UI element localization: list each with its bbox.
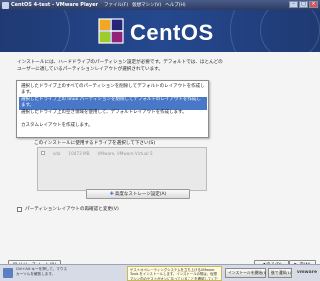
review-layout-option[interactable]: パーティションレイアウトの再確認と変更(V) [17, 206, 119, 212]
review-checkbox-label: パーティションレイアウトの再確認と変更(V) [25, 207, 119, 212]
drive-model: VMware, VMware Virtual S [97, 151, 153, 156]
plus-icon: ✚ [109, 191, 114, 197]
dropdown-option-selected[interactable]: 選択したドライブ上の linux パーティションを削除してデフォルトのレイアウト… [19, 97, 207, 110]
remind-later-button[interactable]: 後で通知(L) [268, 268, 292, 278]
drive-device: sda [53, 151, 61, 156]
decor-ring [0, 10, 70, 52]
window-titlebar: CentOS 4-test - VMware Player ファイル(F) 仮想… [0, 0, 320, 10]
intro-text: インストールには、ハードドライブのパーティション設定が必要です。デフォルトでは、… [17, 60, 223, 72]
advanced-storage-label: 高度なストレージ設定(A) [114, 192, 167, 197]
menu-vm[interactable]: 仮想マシン(V) [132, 2, 161, 8]
dropdown-option[interactable]: カスタムレイアウトを作成します。 [19, 123, 207, 136]
vmware-app-icon [2, 1, 9, 9]
window-title: CentOS 4-test - VMware Player [11, 2, 99, 8]
vmware-brand: vmware [296, 270, 317, 275]
installer-main: インストールには、ハードドライブのパーティション設定が必要です。デフォルトでは、… [0, 52, 320, 271]
review-checkbox[interactable] [17, 206, 22, 212]
drive-checkbox[interactable] [41, 151, 45, 155]
partition-layout-dropdown[interactable]: 選択したドライブ上のすべてのパーティションを削除してデフォルトのレイアウトを作成… [16, 80, 209, 138]
installer-header: CentOS [0, 10, 320, 52]
dropdown-option[interactable]: 選択したドライブ上のすべてのパーティションを削除してデフォルトのレイアウトを作成… [19, 84, 207, 97]
minimize-button[interactable]: – [289, 1, 298, 8]
tools-notice: ゲストオペレーティングシステムを立ち上げるVMware Tools をインストー… [127, 266, 222, 281]
menu-file[interactable]: ファイル(F) [104, 2, 128, 8]
decor-ring [260, 10, 320, 52]
menu-help[interactable]: ヘルプ(H) [165, 2, 185, 8]
drive-select-label: このインストールに使用するドライブを選択して下さい(S) [34, 141, 156, 146]
drive-size: 10473 MB [68, 151, 90, 156]
dropdown-option[interactable]: 選択したドライブ上の空き領域を使用して、デフォルトレイアウトを作成します。 [19, 110, 207, 123]
advanced-storage-button[interactable]: ✚高度なストレージ設定(A) [86, 189, 190, 199]
drive-list[interactable]: sda 10473 MB VMware, VMware Virtual S [37, 147, 207, 191]
centos-logo-text: CentOS [130, 20, 214, 45]
vmware-statusbar: Ctrl+Alt キーを押して、マウスカーソルを解放します。 ゲストオペレーティ… [0, 264, 320, 281]
install-tools-button[interactable]: インストールを開始(I) [225, 268, 266, 278]
centos-logo-icon [98, 18, 124, 44]
keyboard-icon [3, 268, 13, 278]
maximize-button[interactable]: □ [299, 1, 308, 8]
release-cursor-hint: Ctrl+Alt キーを押して、マウスカーソルを解放します。 [16, 267, 68, 276]
drive-row[interactable]: sda 10473 MB VMware, VMware Virtual S [41, 151, 153, 156]
close-button[interactable]: × [309, 1, 318, 8]
